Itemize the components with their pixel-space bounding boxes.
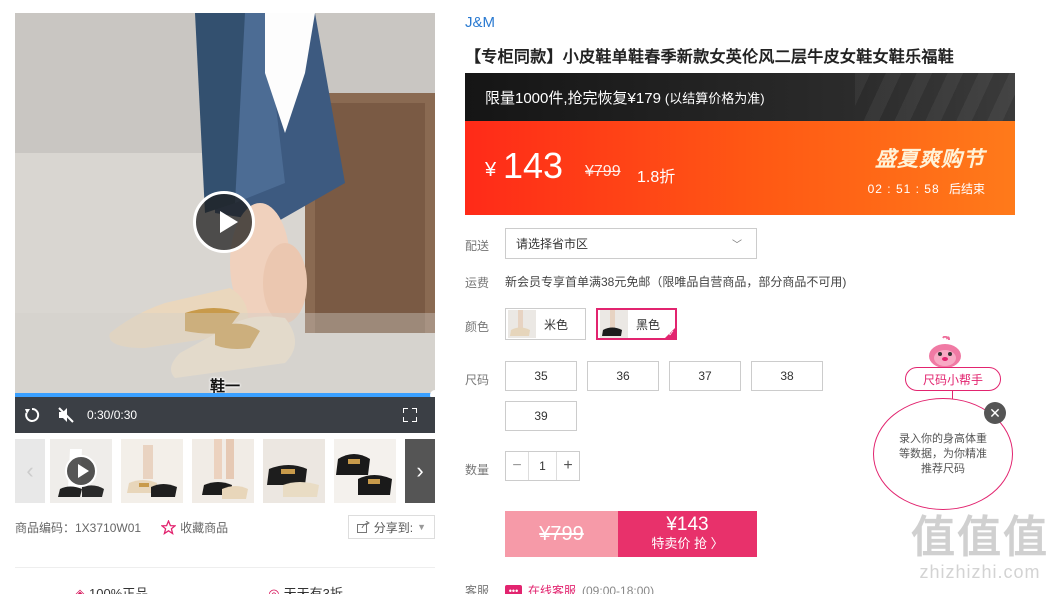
quantity-label: 数量 [465,463,490,477]
customer-service: ••• 在线客服 (09:00-18:00) [505,582,654,594]
chevron-left-icon[interactable]: ‹ [15,439,45,503]
color-label: 颜色 [465,320,490,334]
quantity-input[interactable] [528,452,557,480]
favorite-button[interactable]: 收藏商品 [161,519,228,536]
favorite-label: 收藏商品 [180,520,229,535]
share-icon [356,521,370,533]
promise-genuine: ◈ 100%正品 [75,583,148,594]
limited-stock-banner: 限量1000件,抢完恢复¥179 (以结算价格为准) [465,73,1015,121]
size-option[interactable]: 39 [505,401,577,431]
limited-stock-text: 限量1000件,抢完恢复¥179 [485,89,661,107]
countdown: 02 : 51 : 58 后结束 [868,180,985,197]
thumbnail-image[interactable] [121,439,183,503]
share-label: 分享到: [373,520,414,535]
shipping-label: 运费 [465,276,490,290]
watermark-logo: 值值值 [911,513,1049,562]
shield-icon: ◈ [75,586,85,594]
plus-icon[interactable]: + [557,452,579,480]
chevron-right-icon[interactable]: › [405,439,435,503]
limited-stock-note: (以结算价格为准) [664,90,765,106]
color-option-black[interactable]: 黑色 [596,308,677,340]
size-option[interactable]: 38 [751,361,823,391]
discount-icon: ◎ [268,586,280,594]
color-swatch [600,310,628,338]
color-option-label: 米色 [544,317,569,332]
color-swatch [508,310,536,338]
mascot-icon [929,336,961,368]
product-meta-row: 商品编码：1X3710W01 收藏商品 分享到: ▼ [15,515,435,539]
event-title: 盛夏爽购节 [875,148,985,171]
size-option[interactable]: 37 [669,361,741,391]
chevron-down-icon: ﹀ [732,240,742,251]
promise-discount: ◎ 天天有3折 [268,583,343,594]
divider [15,567,435,568]
current-price: 143 [503,145,564,186]
size-helper-widget: 尺码小帮手 录入你的身高体重等数据，为你精准推荐尺码 ✕ [873,336,1013,512]
thumbnail-image[interactable] [263,439,325,503]
banner-decoration [855,73,1015,121]
video-time: 0:30/0:30 [87,408,138,422]
region-select[interactable]: 请选择省市区 ﹀ [505,228,757,259]
product-title: 【专柜同款】小皮鞋单鞋春季新款女英伦风二层牛皮女鞋女鞋乐福鞋 [465,49,955,66]
watermark-url: zhizhizhi.com [919,562,1041,582]
shipping-text: 新会员专享首单满38元免邮（限唯品自营商品，部分商品不可用) [505,275,847,289]
buy-price: ¥143 [666,514,709,535]
service-label: 客服 [465,584,490,594]
minus-icon[interactable]: − [506,452,528,480]
buy-cta[interactable]: ¥143 特卖价 抢 〉 [618,511,757,557]
selected-check-icon [663,326,677,340]
play-icon [65,455,97,487]
size-label: 尺码 [465,373,490,387]
discount-rate: 1.8折 [637,169,676,186]
price-banner: ¥ 143 ¥799 1.8折 盛夏爽购节 02 : 51 : 58 后结束 [465,121,1015,215]
thumbnail-image[interactable] [192,439,254,503]
size-helper-button[interactable]: 尺码小帮手 [905,367,1001,391]
product-video-player[interactable]: 鞋一 0:30/0:30 [15,13,435,433]
brand-link[interactable]: J&M [465,14,495,31]
promise-row: ◈ 100%正品 ◎ 天天有3折 [75,583,435,594]
watermark: 值值值 zhizhizhi.com [905,512,1055,583]
buy-original-price: ¥799 [505,511,618,557]
star-icon [161,519,177,535]
replay-icon[interactable] [15,397,49,433]
caret-down-icon: ▼ [417,522,426,532]
countdown-time: 02 : 51 : 58 [867,182,940,196]
size-option[interactable]: 35 [505,361,577,391]
currency-symbol: ¥ [485,159,497,181]
video-play-button[interactable] [193,191,255,253]
video-controls: 0:30/0:30 [15,397,435,433]
delivery-label: 配送 [465,239,490,253]
thumbnail-image[interactable] [334,439,396,503]
color-option-label: 黑色 [636,317,661,332]
online-service-link[interactable]: 在线客服 [528,582,576,594]
original-price: ¥799 [585,163,621,180]
close-icon[interactable]: ✕ [984,402,1006,424]
service-hours: (09:00-18:00) [582,583,655,594]
thumbnail-video[interactable] [50,439,112,503]
size-option[interactable]: 36 [587,361,659,391]
buy-button[interactable]: ¥799 ¥143 特卖价 抢 〉 [505,511,757,557]
buy-label: 特卖价 抢 〉 [651,536,724,551]
quantity-stepper: − + [505,451,580,481]
countdown-suffix: 后结束 [948,182,985,196]
fullscreen-icon[interactable] [393,397,427,433]
sku-code: 商品编码：1X3710W01 [15,520,142,535]
chat-icon: ••• [505,584,522,594]
region-placeholder: 请选择省市区 [516,237,589,251]
share-dropdown[interactable]: 分享到: ▼ [347,515,435,539]
color-option-beige[interactable]: 米色 [505,308,586,340]
thumbnail-strip: ‹ › [15,439,435,503]
mute-icon[interactable] [49,397,83,433]
